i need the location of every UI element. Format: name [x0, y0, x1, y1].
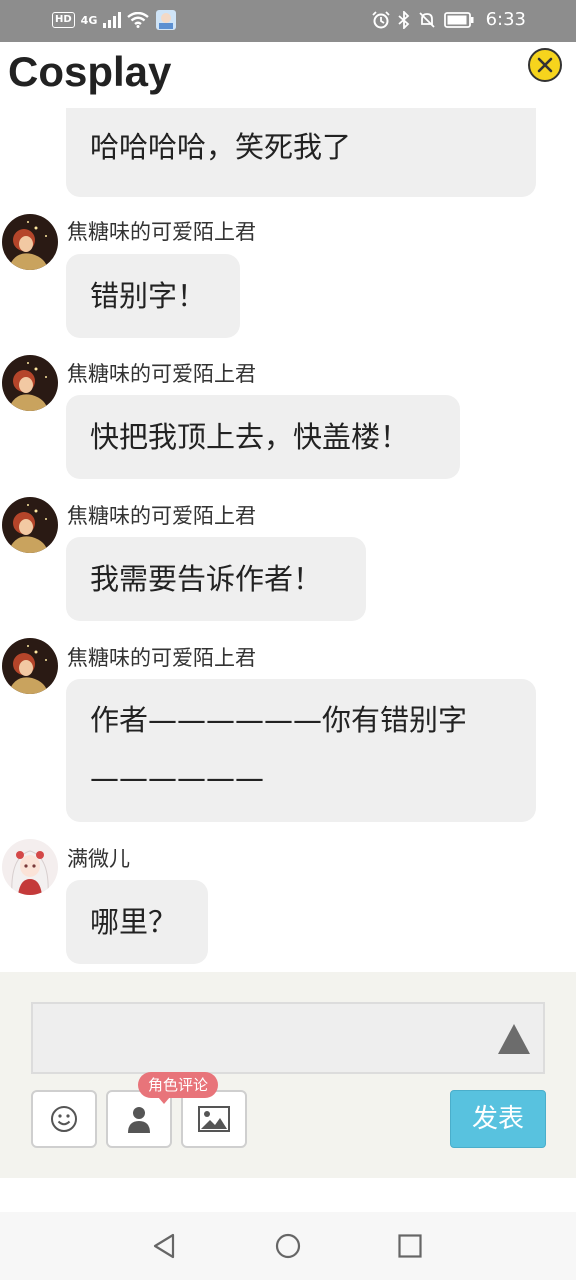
username: 焦糖味的可爱陌上君 [67, 362, 256, 386]
message-bubble: 哪里？ [66, 880, 208, 964]
page-title: Cosplay [8, 48, 172, 95]
message-bubble: 快把我顶上去，快盖楼！ [66, 395, 460, 479]
signal-icon [103, 12, 122, 28]
message-bubble: 错别字！ [66, 254, 240, 338]
message-text-line: —————— [90, 761, 264, 795]
avatar-caramel-icon [2, 355, 58, 411]
avatar[interactable] [2, 638, 58, 694]
message-bubble: 哈哈哈哈，笑死我了 [66, 108, 536, 197]
close-button[interactable] [528, 48, 562, 82]
smiley-icon [51, 1106, 77, 1132]
username: 焦糖味的可爱陌上君 [67, 646, 256, 670]
message-bubble: 作者——————你有错别字 —————— [66, 679, 536, 822]
avatar[interactable] [2, 839, 58, 895]
back-nav-icon[interactable] [151, 1232, 179, 1260]
person-icon [128, 1107, 150, 1133]
network-type: 4G [80, 13, 98, 27]
message-text-line: 作者——————你有错别字 [90, 703, 468, 737]
status-right: 6:33 [371, 9, 526, 30]
avatar[interactable] [2, 355, 58, 411]
avatar[interactable] [2, 214, 58, 270]
battery-icon [443, 11, 474, 28]
app-notification-icon [156, 10, 177, 30]
image-button[interactable] [181, 1090, 247, 1148]
composer: 角色评论 发表 [0, 972, 576, 1178]
chat-list[interactable]: 哈哈哈哈，笑死我了 焦糖味的可爱陌上君 错别字！ 焦糖味的可爱陌上君 快把我顶上… [0, 108, 576, 972]
expand-up-icon[interactable] [498, 1024, 530, 1054]
home-nav-icon[interactable] [274, 1232, 302, 1260]
avatar-anime-girl-icon [2, 839, 58, 895]
mute-bell-icon [418, 11, 435, 28]
role-comment-tooltip: 角色评论 [138, 1072, 219, 1104]
alarm-icon [371, 10, 390, 28]
avatar-caramel-icon [2, 497, 58, 553]
message-bubble: 我需要告诉作者！ [66, 537, 366, 621]
wifi-icon [127, 12, 150, 28]
bluetooth-icon [397, 10, 409, 29]
status-left: HD 4G [52, 9, 177, 31]
recents-nav-icon[interactable] [396, 1232, 424, 1260]
image-icon [198, 1106, 230, 1132]
avatar-caramel-icon [2, 214, 58, 270]
username: 满微儿 [67, 847, 130, 871]
close-icon [537, 57, 553, 73]
username: 焦糖味的可爱陌上君 [67, 220, 256, 244]
emoji-button[interactable] [31, 1090, 97, 1148]
clock: 6:33 [485, 9, 526, 30]
username: 焦糖味的可爱陌上君 [67, 504, 256, 528]
navigation-bar [0, 1212, 576, 1280]
avatar[interactable] [2, 497, 58, 553]
status-bar: HD 4G 6:33 [0, 0, 576, 42]
hd-badge: HD [52, 12, 75, 28]
header: Cosplay [0, 42, 576, 108]
avatar-caramel-icon [2, 638, 58, 694]
comment-input[interactable] [31, 1002, 545, 1074]
publish-button[interactable]: 发表 [450, 1090, 546, 1148]
